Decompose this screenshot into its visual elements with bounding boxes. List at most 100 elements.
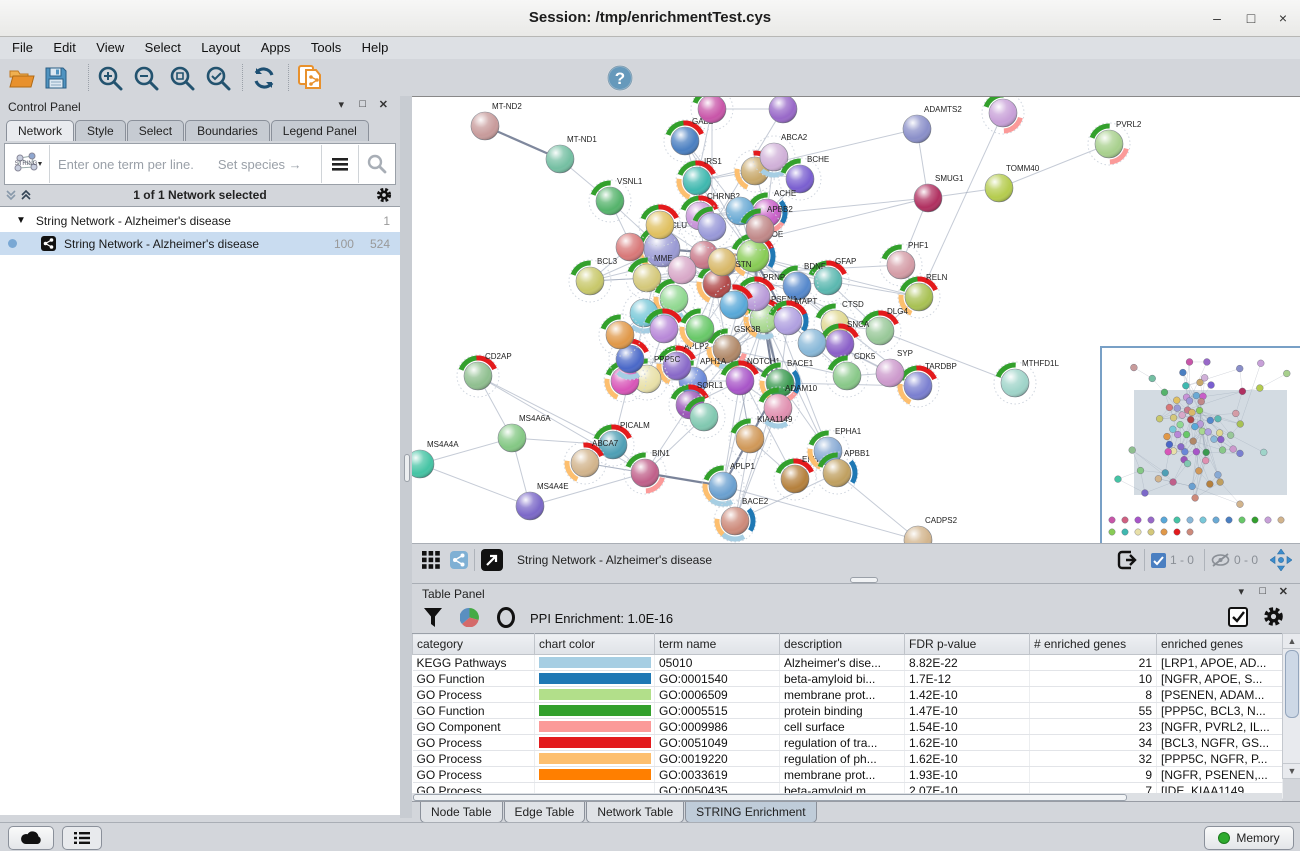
- network-collection-row[interactable]: ▼ String Network - Alzheimer's disease 1: [0, 209, 400, 232]
- protein-node[interactable]: VSNL1: [587, 177, 643, 224]
- protein-node[interactable]: MT-ND1: [546, 135, 597, 173]
- table-cell[interactable]: 1.62E-10: [905, 735, 1030, 751]
- table-row[interactable]: GO ProcessGO:0006509membrane prot...1.42…: [413, 687, 1283, 703]
- table-row[interactable]: KEGG Pathways05010Alzheimer's dise...8.8…: [413, 655, 1283, 671]
- menu-item-layout[interactable]: Layout: [193, 37, 248, 55]
- protein-node[interactable]: CADPS2: [904, 516, 958, 544]
- table-row[interactable]: GO ProcessGO:0019220regulation of ph...1…: [413, 751, 1283, 767]
- protein-node[interactable]: [668, 256, 696, 284]
- protein-node[interactable]: [980, 97, 1026, 136]
- enrichment-table[interactable]: category chart color term name descripti…: [412, 633, 1283, 799]
- open-session-button[interactable]: [8, 64, 36, 92]
- tab-boundaries[interactable]: Boundaries: [185, 120, 270, 141]
- protein-node[interactable]: SMUG1: [914, 174, 964, 212]
- table-cell[interactable]: membrane prot...: [780, 767, 905, 783]
- table-cell[interactable]: 1.7E-12: [905, 671, 1030, 687]
- menu-item-view[interactable]: View: [88, 37, 132, 55]
- table-cell[interactable]: GO Function: [413, 703, 535, 719]
- table-cell[interactable]: 1.54E-10: [905, 719, 1030, 735]
- tab-node-table[interactable]: Node Table: [420, 802, 503, 823]
- string-search-button[interactable]: [358, 145, 395, 183]
- minimize-button[interactable]: –: [1206, 8, 1228, 28]
- chart-color-cell[interactable]: [535, 671, 655, 687]
- protein-node[interactable]: CD2AP: [455, 352, 512, 399]
- settings-gear-icon[interactable]: [1263, 606, 1284, 627]
- protein-node[interactable]: MS4A4A: [412, 440, 459, 478]
- vertical-splitter[interactable]: [400, 96, 412, 818]
- protein-node[interactable]: CDK5: [824, 352, 876, 399]
- tab-string-enrichment[interactable]: STRING Enrichment: [685, 802, 816, 823]
- zoom-in-button[interactable]: [96, 64, 124, 92]
- table-row[interactable]: GO FunctionGO:0001540beta-amyloid bi...1…: [413, 671, 1283, 687]
- chart-color-cell[interactable]: [535, 687, 655, 703]
- table-cell[interactable]: [PSENEN, ADAM...: [1157, 687, 1283, 703]
- birds-eye-overview[interactable]: [1100, 346, 1300, 544]
- table-cell[interactable]: [NGFR, PVRL2, IL...: [1157, 719, 1283, 735]
- string-protein-query-dropdown[interactable]: STRING: [5, 145, 50, 183]
- table-cell[interactable]: GO Process: [413, 751, 535, 767]
- col-fdr[interactable]: FDR p-value: [905, 634, 1030, 655]
- table-row[interactable]: GO ComponentGO:0009986cell surface1.54E-…: [413, 719, 1283, 735]
- table-cell[interactable]: regulation of tra...: [780, 735, 905, 751]
- protein-node[interactable]: [769, 97, 797, 123]
- table-cell[interactable]: 32: [1030, 751, 1157, 767]
- menu-item-file[interactable]: File: [4, 37, 41, 55]
- tab-select[interactable]: Select: [127, 120, 184, 141]
- protein-node[interactable]: TOMM40: [985, 164, 1040, 202]
- table-cell[interactable]: GO:0005515: [655, 703, 780, 719]
- table-vertical-scrollbar[interactable]: ▲ ▼: [1282, 633, 1300, 779]
- col-enriched-count[interactable]: # enriched genes: [1030, 634, 1157, 655]
- pie-chart-icon[interactable]: [460, 608, 479, 627]
- string-query-placeholder[interactable]: Enter one term per line.: [58, 157, 194, 172]
- collapse-triangle-icon[interactable]: ▼: [16, 215, 26, 226]
- table-cell[interactable]: protein binding: [780, 703, 905, 719]
- table-cell[interactable]: 8.82E-22: [905, 655, 1030, 671]
- open-in-browser-button[interactable]: [481, 549, 503, 571]
- edge[interactable]: [420, 464, 530, 506]
- zoom-fit-button[interactable]: [168, 64, 196, 92]
- table-cell[interactable]: 55: [1030, 703, 1157, 719]
- close-panel-icon[interactable]: ✕: [379, 98, 388, 111]
- table-cell[interactable]: GO:0033619: [655, 767, 780, 783]
- memory-button[interactable]: Memory: [1204, 826, 1294, 850]
- gear-icon[interactable]: [376, 187, 392, 203]
- col-term-name[interactable]: term name: [655, 634, 780, 655]
- table-cell[interactable]: cell surface: [780, 719, 905, 735]
- chart-color-cell[interactable]: [535, 735, 655, 751]
- chart-color-cell[interactable]: [535, 751, 655, 767]
- pan-mode-button[interactable]: [1270, 549, 1292, 571]
- chart-color-cell[interactable]: [535, 703, 655, 719]
- horizontal-splitter[interactable]: [412, 575, 1300, 583]
- select-all-checkbox-icon[interactable]: [1228, 607, 1248, 627]
- protein-node[interactable]: ADAMTS2: [903, 105, 962, 143]
- donut-ring-icon[interactable]: [496, 607, 516, 628]
- tab-style[interactable]: Style: [75, 120, 126, 141]
- table-cell[interactable]: [NGFR, APOE, S...: [1157, 671, 1283, 687]
- menu-item-edit[interactable]: Edit: [45, 37, 83, 55]
- refresh-button[interactable]: [250, 64, 278, 92]
- table-cell[interactable]: 1.93E-10: [905, 767, 1030, 783]
- table-cell[interactable]: beta-amyloid bi...: [780, 671, 905, 687]
- save-session-button[interactable]: [42, 64, 70, 92]
- protein-node[interactable]: ABCA7: [561, 439, 619, 487]
- scrollbar-thumb[interactable]: [413, 794, 1127, 801]
- table-cell[interactable]: regulation of ph...: [780, 751, 905, 767]
- chart-color-cell[interactable]: [535, 655, 655, 671]
- help-button[interactable]: ?: [606, 64, 634, 92]
- table-cell[interactable]: GO Component: [413, 719, 535, 735]
- protein-node[interactable]: MT-ND2: [471, 102, 522, 140]
- table-cell[interactable]: GO:0001540: [655, 671, 780, 687]
- table-cell[interactable]: 1.42E-10: [905, 687, 1030, 703]
- table-header-row[interactable]: category chart color term name descripti…: [413, 634, 1283, 655]
- panel-menu-icon[interactable]: ▾: [338, 98, 344, 111]
- scroll-down-arrow[interactable]: ▼: [1283, 763, 1300, 778]
- network-canvas[interactable]: MT-ND2MT-ND1VSNL1GAB2ADAMTS2PVRL2SMUG1TO…: [412, 96, 1300, 544]
- table-cell[interactable]: GO Process: [413, 767, 535, 783]
- scroll-up-arrow[interactable]: ▲: [1283, 634, 1300, 649]
- table-row[interactable]: GO ProcessGO:0051049regulation of tra...…: [413, 735, 1283, 751]
- table-cell[interactable]: GO:0019220: [655, 751, 780, 767]
- menu-item-select[interactable]: Select: [137, 37, 189, 55]
- table-row[interactable]: GO FunctionGO:0005515protein binding1.47…: [413, 703, 1283, 719]
- protein-node[interactable]: [708, 248, 736, 276]
- protein-node[interactable]: MTHFD1L: [992, 359, 1060, 406]
